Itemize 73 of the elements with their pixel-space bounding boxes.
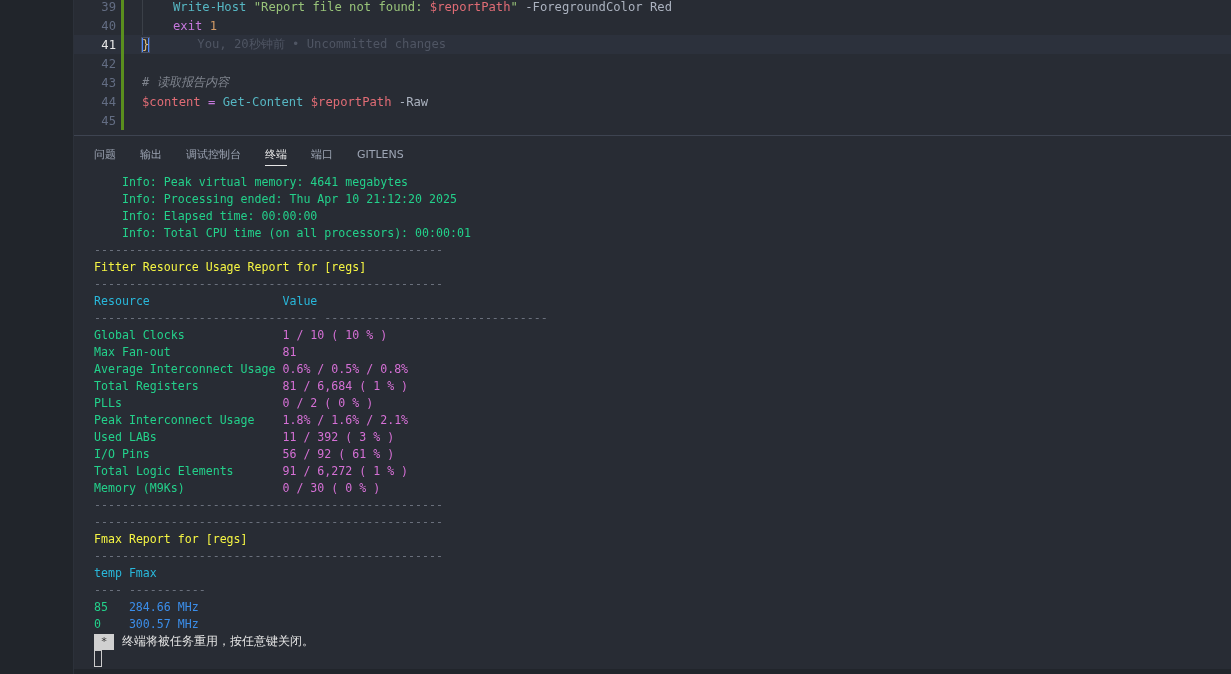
line-number: 44 [100, 94, 116, 109]
code-token: Get-Content [222, 94, 305, 109]
table-cell-text: Average Interconnect Usage [94, 361, 277, 378]
panel-tab[interactable]: 输出 [140, 142, 162, 166]
table-cell: 11 / 392 ( 3 % ) [282, 429, 395, 446]
dashed-rule: -------------------------------------------------- [94, 497, 444, 514]
terminal-line: Info: Total CPU time (on all processors): 00:00:01 [120, 225, 472, 242]
panel-tab[interactable]: 终端 [265, 142, 287, 166]
table-cell: 0.6% / 0.5% / 0.8% [282, 361, 409, 378]
code-token: -Raw [398, 94, 429, 109]
line-number: 45 [100, 113, 116, 128]
line-number: 42 [100, 56, 116, 71]
line-number: 40 [100, 18, 116, 33]
panel-tab[interactable]: 问题 [94, 142, 116, 166]
dashed-rule: -------------------------------- [94, 310, 318, 327]
terminal-message: 终端将被任务重用，按任意键关闭。 [122, 633, 314, 650]
column-header: temp [94, 565, 123, 582]
code-comment: # 读取报告内容 [142, 74, 229, 91]
code-token: " [510, 0, 519, 14]
panel-tab[interactable]: 调试控制台 [186, 142, 241, 166]
column-header: Fmax [128, 565, 157, 582]
report-heading: Fitter Resource Usage Report for [regs] [94, 259, 368, 276]
line-number: 43 [100, 75, 116, 90]
column-header: Resource [94, 293, 151, 310]
table-cell-text: 85 [94, 599, 109, 616]
terminal-cursor [94, 650, 102, 667]
table-cell: 300.57 MHz [128, 616, 199, 633]
terminal-line: Info: Peak virtual memory: 4641 megabytes [120, 174, 410, 191]
table-cell: 91 / 6,272 ( 1 % ) [282, 463, 409, 480]
table-cell-text: Total Logic Elements [94, 463, 235, 480]
code-token: $reportPath [429, 0, 511, 14]
table-cell-text: Max Fan-out [94, 344, 172, 361]
code-token: $content [142, 94, 201, 109]
dashed-rule: -------------------------------------------------- [94, 242, 444, 259]
code-token: "Report file not found: [253, 0, 424, 14]
table-cell: 1 / 10 ( 10 % ) [282, 327, 388, 344]
table-cell: 81 [282, 344, 297, 361]
code-token: $reportPath [310, 94, 393, 109]
dashed-rule: ----------- [128, 582, 206, 599]
table-cell: 1.8% / 1.6% / 2.1% [282, 412, 409, 429]
table-cell-text: I/O Pins [94, 446, 151, 463]
dashed-rule: -------------------------------------------------- [94, 514, 444, 531]
line-number: 41 [100, 37, 116, 52]
table-cell-text: Peak Interconnect Usage [94, 412, 256, 429]
panel-tab[interactable]: 端口 [311, 142, 333, 166]
table-cell: 0 / 2 ( 0 % ) [282, 395, 374, 412]
code-token: exit [173, 18, 204, 33]
dashed-rule: -------------------------------------------------- [94, 548, 444, 565]
terminal-line: Info: Elapsed time: 00:00:00 [120, 208, 319, 225]
table-cell-text: 0 [94, 616, 102, 633]
dashed-rule: -------------------------------- [324, 310, 548, 327]
task-badge: * [94, 633, 114, 650]
table-cell: 0 / 30 ( 0 % ) [282, 480, 381, 497]
dashed-rule: -------------------------------------------------- [94, 276, 444, 293]
terminal-line: Info: Processing ended: Thu Apr 10 21:12:20 2025 [120, 191, 458, 208]
report-heading: Fmax Report for [regs] [94, 531, 249, 548]
line-number: 39 [100, 0, 116, 14]
table-cell-text: Used LABs [94, 429, 158, 446]
panel-tab[interactable]: GITLENS [357, 143, 404, 165]
table-cell-text: Global Clocks [94, 327, 186, 344]
column-header: Value [282, 293, 318, 310]
table-cell: 81 / 6,684 ( 1 % ) [282, 378, 409, 395]
dashed-rule: ---- [94, 582, 122, 599]
code-token: = [207, 94, 217, 109]
code-token: -ForegroundColor Red [525, 0, 672, 14]
table-cell-text: PLLs [94, 395, 123, 412]
code-token: 1 [209, 18, 218, 33]
code-token: } [142, 37, 150, 52]
table-cell: 284.66 MHz [128, 599, 199, 616]
table-cell: 56 / 92 ( 61 % ) [282, 446, 395, 463]
code-token: Write-Host [173, 0, 248, 14]
table-cell-text: Total Registers [94, 378, 200, 395]
table-cell-text: Memory (M9Ks) [94, 480, 186, 497]
